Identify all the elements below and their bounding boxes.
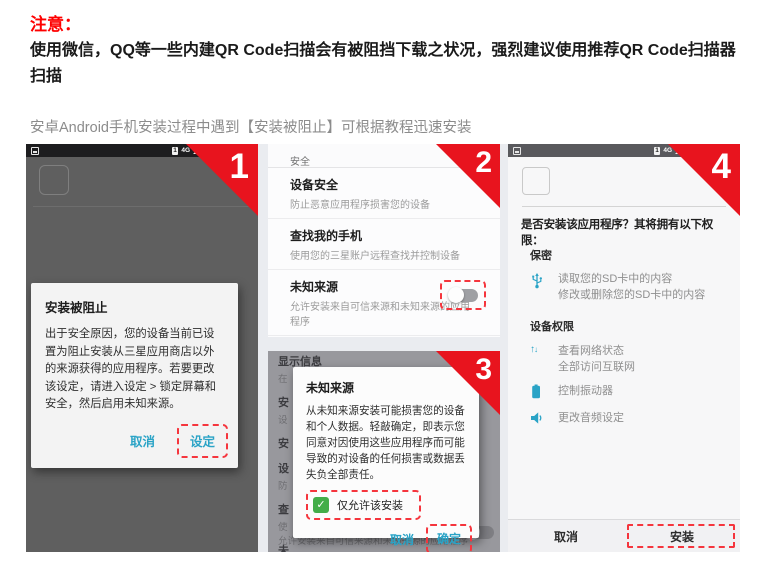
tutorial-page: 注意： 使用微信，QQ等一些内建QR Code扫描会有被阻挡下载之状况，强烈建议… — [0, 0, 767, 570]
audio-icon — [530, 410, 550, 430]
page-subtitle: 安卓Android手机安装过程中遇到【安装被阻止】可根据教程迅速安装 — [30, 116, 471, 137]
permission-line: 全部访问互联网 — [558, 359, 635, 375]
list-item-other-security[interactable]: 其他安全设定 更改安全更新和证书存储等其他安全设定 — [268, 336, 500, 337]
permission-line: 更改音频设定 — [558, 410, 624, 426]
notice-body: 使用微信，QQ等一些内建QR Code扫描会有被阻挡下载之状况，强烈建议使用推荐… — [30, 38, 742, 90]
notification-icon — [513, 147, 521, 155]
list-item-find-my-phone[interactable]: 查找我的手机 使用您的三星账户远程查找并控制设备 — [268, 219, 500, 270]
app-icon-placeholder — [522, 167, 550, 195]
screenshot-strip: 1 4G 7 安装被阻止 出于安全原因，您的设备当前已设置为阻止安装从三星应用商… — [26, 144, 740, 552]
permission-line: 读取您的SD卡中的内容 — [558, 271, 705, 287]
settings-button[interactable]: 设定 — [190, 435, 215, 449]
allow-once-checkbox[interactable]: ✓ — [313, 497, 329, 513]
cancel-button[interactable]: 取消 — [390, 531, 414, 548]
dialog-title: 安装被阻止 — [45, 297, 224, 316]
dialog-body: 出于安全原因，您的设备当前已设置为阻止安装从三星应用商店以外的来源获得的应用程序… — [45, 326, 224, 414]
cancel-button[interactable]: 取消 — [508, 520, 624, 552]
sim-badge-icon: 1 — [172, 147, 179, 155]
screenshot-step-1: 1 4G 7 安装被阻止 出于安全原因，您的设备当前已设置为阻止安装从三星应用商… — [26, 144, 258, 552]
step-number: 4 — [712, 147, 731, 187]
notice-title: 注意： — [30, 10, 81, 35]
permission-line: 控制振动器 — [558, 383, 613, 399]
install-button[interactable]: 安装 — [624, 520, 740, 552]
screenshot-step-4: 1 4G 7 是否安装该应用程序？其将拥有以下权限： 保密 — [508, 144, 740, 552]
annotation-box: ✓ 仅允许该安装 — [306, 490, 421, 520]
notification-icon — [31, 147, 39, 155]
permission-line: 查看网络状态 — [558, 343, 635, 359]
annotation-box: 确定 — [426, 524, 472, 552]
dialog-body: 从未知来源安装可能损害您的设备和个人数据。轻敲确定，即表示您同意对因使用这些应用… — [306, 404, 466, 483]
ok-button[interactable]: 确定 — [437, 532, 461, 546]
check-icon: ✓ — [316, 499, 325, 511]
step-number: 1 — [230, 147, 249, 187]
permission-line: 修改或删除您的SD卡中的内容 — [558, 287, 705, 303]
section-device-permissions: 设备权限 — [530, 318, 574, 334]
app-icon-placeholder — [39, 165, 69, 195]
step-number: 3 — [475, 353, 492, 387]
section-privacy: 保密 — [530, 247, 552, 263]
install-question: 是否安装该应用程序？其将拥有以下权限： — [521, 216, 729, 248]
vibration-icon — [530, 383, 550, 404]
annotation-box — [627, 524, 735, 548]
cancel-button[interactable]: 取消 — [130, 431, 155, 450]
settings-section-header: 安全 — [290, 153, 310, 168]
step-number: 2 — [475, 146, 492, 180]
screenshot-step-2: 安全 设备安全 防止恶意应用程序损害您的设备 查找我的手机 使用您的三星账户远程… — [268, 144, 500, 337]
unknown-sources-toggle[interactable] — [448, 287, 478, 303]
usb-icon — [530, 271, 550, 303]
checkbox-label: 仅允许该安装 — [337, 497, 403, 513]
install-blocked-dialog: 安装被阻止 出于安全原因，您的设备当前已设置为阻止安装从三星应用商店以外的来源获… — [31, 283, 238, 468]
network-arrows-icon: ↑↓ — [530, 343, 550, 375]
annotation-box: 设定 — [177, 424, 228, 458]
list-item-unknown-sources[interactable]: 未知来源 允许安装来自可信来源和未知来源的应用程序 — [268, 270, 500, 336]
install-button-bar: 取消 安装 — [508, 519, 740, 552]
annotation-box — [440, 280, 486, 310]
screenshot-step-3: 显示信息在 安设 安 设防 查使 未 允许安装来自可信来源和未知来源的应用程序 … — [268, 351, 500, 552]
sim-badge-icon: 1 — [654, 147, 661, 155]
